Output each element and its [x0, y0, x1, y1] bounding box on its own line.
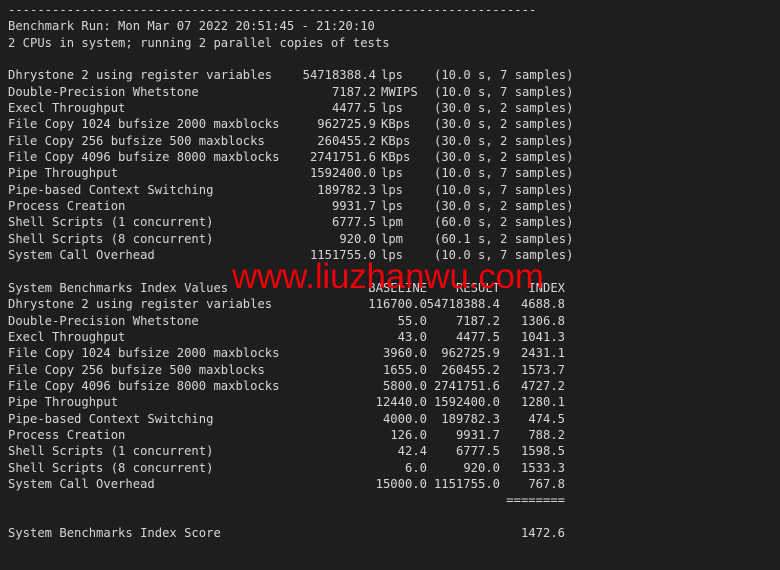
benchmark-value: 2741751.6 — [309, 150, 376, 165]
benchmark-unit: lpm — [381, 215, 404, 230]
benchmark-unit: lps — [381, 248, 404, 263]
table-row: File Copy 4096 bufsize 8000 maxblocks 27… — [8, 149, 772, 165]
raw-results-table: Dhrystone 2 using register variables 547… — [8, 67, 772, 263]
benchmark-samples: (30.0 s, 2 samples) — [434, 199, 574, 214]
table-row: Shell Scripts (8 concurrent) 6.0 920.0 1… — [8, 460, 772, 476]
benchmark-unit: lps — [381, 68, 404, 83]
separator-line-top: ----------------------------------------… — [8, 3, 537, 17]
score-separator-rule: ======== — [506, 493, 565, 508]
benchmark-index: 1306.8 — [520, 313, 565, 328]
benchmark-value: 54718388.4 — [302, 68, 376, 83]
benchmark-value: 7187.2 — [331, 84, 376, 99]
table-row: Pipe Throughput 1592400.0 lps (10.0 s, 7… — [8, 165, 772, 181]
benchmark-index: 1573.7 — [520, 362, 565, 377]
benchmark-unit: KBps — [381, 133, 411, 148]
table-row: File Copy 4096 bufsize 8000 maxblocks 58… — [8, 378, 772, 394]
table-row: Double-Precision Whetstone 7187.2 MWIPS … — [8, 84, 772, 100]
terminal-window[interactable]: ----------------------------------------… — [0, 0, 780, 570]
table-row: Shell Scripts (1 concurrent) 42.4 6777.5… — [8, 443, 772, 459]
benchmark-index: 1280.1 — [520, 395, 565, 410]
benchmark-value: 1151755.0 — [309, 248, 376, 263]
benchmark-samples: (30.0 s, 2 samples) — [434, 133, 574, 148]
benchmark-value: 4477.5 — [331, 101, 376, 116]
table-row: Pipe-based Context Switching 4000.0 1897… — [8, 411, 772, 427]
benchmark-samples: (60.0 s, 2 samples) — [434, 215, 574, 230]
benchmark-index: 4727.2 — [520, 378, 565, 393]
benchmark-index: 1041.3 — [520, 329, 565, 344]
table-row: Dhrystone 2 using register variables 116… — [8, 296, 772, 312]
benchmark-value: 962725.9 — [317, 117, 376, 132]
benchmark-samples: (10.0 s, 7 samples) — [434, 68, 574, 83]
benchmark-unit: lpm — [381, 231, 404, 246]
index-values-header-row: System Benchmarks Index Values BASELINE … — [8, 280, 772, 296]
benchmark-unit: lps — [381, 182, 404, 197]
table-row: Shell Scripts (1 concurrent) 6777.5 lpm … — [8, 214, 772, 230]
benchmark-samples: (30.0 s, 2 samples) — [434, 150, 574, 165]
benchmark-index: 2431.1 — [520, 346, 565, 361]
table-row: System Call Overhead 1151755.0 lps (10.0… — [8, 247, 772, 263]
benchmark-unit: KBps — [381, 150, 411, 165]
benchmark-value: 6777.5 — [331, 215, 376, 230]
score-rule-row: ======== — [8, 492, 772, 508]
benchmark-index: 767.8 — [528, 476, 565, 491]
terminal-scrollback: ----------------------------------------… — [8, 2, 772, 570]
index-score-value: 1472.6 — [520, 526, 565, 540]
benchmark-value: 920.0 — [339, 231, 376, 246]
benchmark-run-header: Benchmark Run: Mon Mar 07 2022 20:51:45 … — [8, 19, 375, 34]
table-row: Pipe Throughput 12440.0 1592400.0 1280.1 — [8, 394, 772, 410]
table-row: File Copy 256 bufsize 500 maxblocks 2604… — [8, 133, 772, 149]
benchmark-samples: (10.0 s, 7 samples) — [434, 248, 574, 263]
cpu-count-line: 2 CPUs in system; running 2 parallel cop… — [8, 35, 390, 50]
benchmark-index: 1533.3 — [520, 460, 565, 475]
benchmark-unit: KBps — [381, 117, 411, 132]
benchmark-samples: (30.0 s, 2 samples) — [434, 101, 574, 116]
benchmark-samples: (60.1 s, 2 samples) — [434, 231, 574, 246]
table-row: Execl Throughput 4477.5 lps (30.0 s, 2 s… — [8, 100, 772, 116]
benchmark-value: 1592400.0 — [309, 166, 376, 181]
benchmark-unit: MWIPS — [381, 84, 418, 99]
table-row: File Copy 1024 bufsize 2000 maxblocks 96… — [8, 116, 772, 132]
index-score-row: System Benchmarks Index Score 1472.6 — [8, 525, 772, 541]
benchmark-unit: lps — [381, 199, 404, 214]
table-row: File Copy 1024 bufsize 2000 maxblocks 39… — [8, 345, 772, 361]
benchmark-unit: lps — [381, 101, 404, 116]
table-row: Process Creation 9931.7 lps (30.0 s, 2 s… — [8, 198, 772, 214]
benchmark-index: 4688.8 — [520, 297, 565, 312]
table-row: File Copy 256 bufsize 500 maxblocks 1655… — [8, 362, 772, 378]
benchmark-samples: (10.0 s, 7 samples) — [434, 182, 574, 197]
table-row: Execl Throughput 43.0 4477.5 1041.3 — [8, 329, 772, 345]
table-row: Shell Scripts (8 concurrent) 920.0 lpm (… — [8, 231, 772, 247]
benchmark-unit: lps — [381, 166, 404, 181]
table-row: Process Creation 126.0 9931.7 788.2 — [8, 427, 772, 443]
benchmark-value: 260455.2 — [317, 133, 376, 148]
table-row: Pipe-based Context Switching 189782.3 lp… — [8, 182, 772, 198]
benchmark-samples: (10.0 s, 7 samples) — [434, 84, 574, 99]
index-values-table: Dhrystone 2 using register variables 116… — [8, 296, 772, 492]
table-row: Dhrystone 2 using register variables 547… — [8, 67, 772, 83]
benchmark-samples: (10.0 s, 7 samples) — [434, 166, 574, 181]
benchmark-index: 788.2 — [528, 427, 565, 442]
table-row: System Call Overhead 15000.0 1151755.0 7… — [8, 476, 772, 492]
benchmark-index: 474.5 — [528, 411, 565, 426]
table-row: Double-Precision Whetstone 55.0 7187.2 1… — [8, 313, 772, 329]
benchmark-value: 9931.7 — [331, 199, 376, 214]
column-header-index: INDEX — [528, 280, 565, 295]
benchmark-value: 189782.3 — [317, 182, 376, 197]
benchmark-index: 1598.5 — [520, 444, 565, 459]
benchmark-samples: (30.0 s, 2 samples) — [434, 117, 574, 132]
